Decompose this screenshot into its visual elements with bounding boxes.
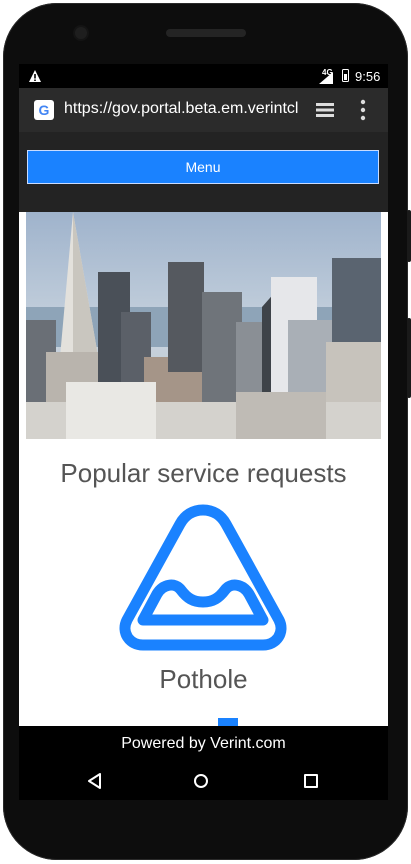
- home-icon[interactable]: [194, 774, 208, 788]
- phone-speaker: [166, 29, 246, 37]
- section-title: Popular service requests: [60, 458, 347, 488]
- pothole-icon: [119, 504, 287, 651]
- more-options-icon[interactable]: [360, 99, 366, 121]
- main-content: Popular service requests Pothole: [19, 212, 388, 726]
- google-favicon-icon: G: [34, 100, 54, 120]
- signal-icon: [319, 72, 333, 84]
- tab-switcher-icon[interactable]: [315, 102, 335, 118]
- power-button: [407, 318, 411, 398]
- phone-frame: 4G 9:56 G https://gov.portal.beta.em.ver…: [0, 0, 411, 864]
- recents-icon[interactable]: [304, 774, 318, 788]
- back-icon[interactable]: [87, 773, 103, 789]
- city-skyline-image: [26, 212, 381, 439]
- android-nav-bar: [19, 762, 388, 800]
- carousel-indicator[interactable]: [218, 718, 238, 726]
- menu-button[interactable]: Menu: [27, 150, 379, 184]
- volume-button: [407, 210, 411, 262]
- site-header: Menu: [19, 132, 388, 212]
- browser-address-bar[interactable]: G https://gov.portal.beta.em.verintcl: [19, 88, 388, 132]
- screen: 4G 9:56 G https://gov.portal.beta.em.ver…: [19, 64, 388, 800]
- footer-powered-by: Powered by Verint.com: [19, 726, 388, 762]
- service-label: Pothole: [159, 664, 248, 694]
- phone-camera: [75, 27, 87, 39]
- status-bar: 4G 9:56: [19, 64, 388, 88]
- battery-icon: [342, 69, 349, 82]
- url-text[interactable]: https://gov.portal.beta.em.verintcl: [64, 100, 304, 118]
- warning-icon: [29, 70, 41, 82]
- status-time: 9:56: [355, 69, 381, 84]
- service-card-pothole[interactable]: Pothole: [19, 502, 388, 702]
